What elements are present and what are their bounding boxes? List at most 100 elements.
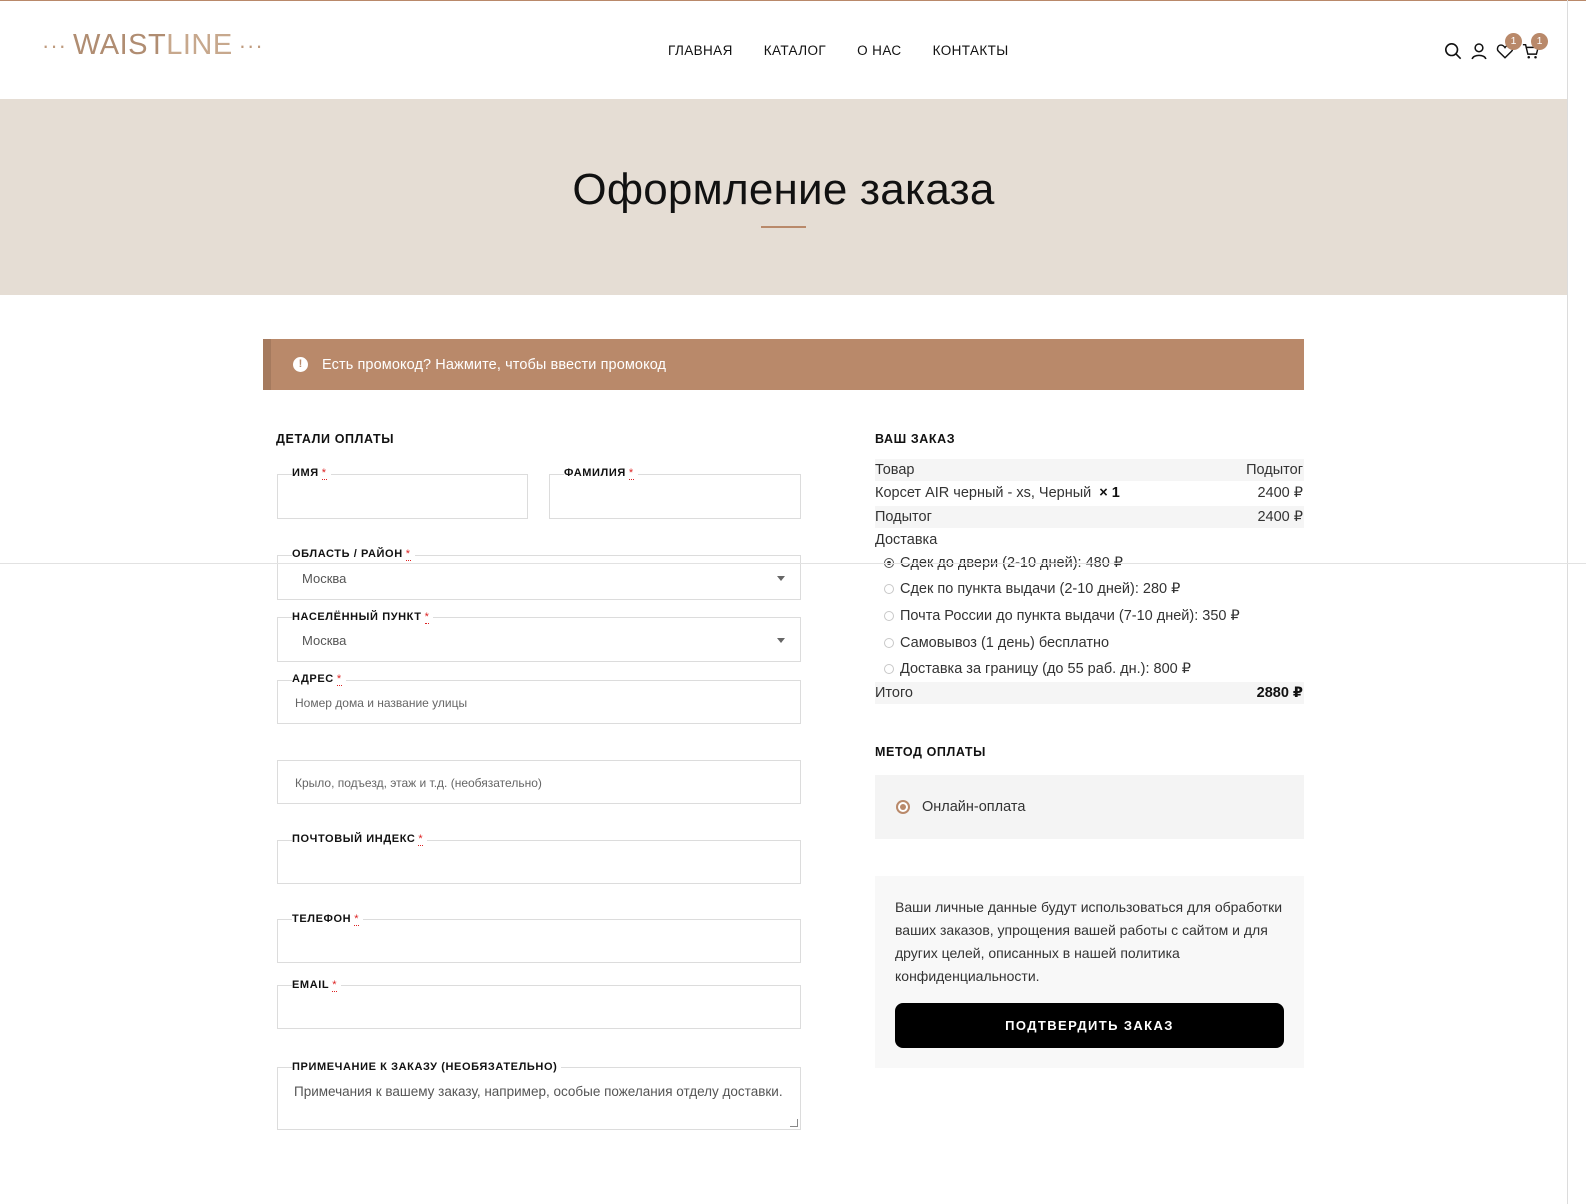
page-edge-line	[1567, 0, 1568, 1204]
page-hero: Оформление заказа	[0, 99, 1567, 295]
total-row: Итого 2880 ₽	[875, 682, 1304, 704]
order-table-header: Товар Подытог	[875, 459, 1304, 481]
address-label: АДРЕС *	[292, 673, 346, 686]
nav-home[interactable]: ГЛАВНАЯ	[668, 43, 733, 58]
required-mark: *	[628, 467, 634, 480]
order-title: ВАШ ЗАКАЗ	[875, 432, 956, 446]
shipping-option-2[interactable]: Сдек по пункта выдачи (2-10 дней): 280 ₽	[884, 581, 1180, 597]
email-input[interactable]	[277, 985, 801, 1029]
subtotal-label: Подытог	[875, 509, 932, 525]
order-item-row: Корсет AIR черный - xs, Черный × 1 2400 ₽	[875, 482, 1304, 504]
logo-dots-right: ···	[238, 32, 264, 58]
radio-icon[interactable]	[884, 664, 894, 674]
email-label-text: EMAIL	[292, 979, 330, 991]
shipping-option-5[interactable]: Доставка за границу (до 55 раб. дн.): 80…	[884, 661, 1191, 677]
order-item: Корсет AIR черный - xs, Черный × 1	[875, 485, 1120, 501]
nav-about[interactable]: О НАС	[857, 43, 901, 58]
coupon-notice-text[interactable]: Есть промокод? Нажмите, чтобы ввести про…	[322, 357, 666, 373]
payment-title: МЕТОД ОПЛАТЫ	[875, 745, 986, 759]
shipping-option-3[interactable]: Почта России до пункта выдачи (7-10 дней…	[884, 608, 1240, 624]
address-label-text: АДРЕС	[292, 673, 334, 685]
nav-contacts[interactable]: КОНТАКТЫ	[933, 43, 1009, 58]
first-name-field[interactable]	[277, 474, 528, 519]
header-icons: 1 1	[1444, 33, 1548, 61]
region-value: Москва	[302, 571, 347, 586]
postcode-label: ПОЧТОВЫЙ ИНДЕКС *	[292, 833, 428, 846]
city-label: НАСЕЛЁННЫЙ ПУНКТ *	[292, 611, 434, 624]
address2-placeholder: Крыло, подъезд, этаж и т.д. (необязатель…	[295, 776, 542, 790]
main-nav: ГЛАВНАЯ КАТАЛОГ О НАС КОНТАКТЫ	[668, 43, 1009, 58]
city-label-text: НАСЕЛЁННЫЙ ПУНКТ	[292, 611, 422, 623]
postcode-input[interactable]	[277, 840, 801, 884]
subtotal-row: Подытог 2400 ₽	[875, 506, 1304, 528]
cart-count-badge: 1	[1531, 33, 1548, 50]
coupon-notice[interactable]: ! Есть промокод? Нажмите, чтобы ввести п…	[263, 339, 1304, 390]
last-name-label-text: ФАМИЛИЯ	[564, 467, 626, 479]
col-product: Товар	[875, 462, 915, 478]
order-item-price: 2400 ₽	[1257, 485, 1303, 501]
wishlist-count-badge: 1	[1505, 33, 1522, 50]
required-mark: *	[354, 913, 360, 926]
logo-dots-left: ···	[42, 32, 67, 58]
subtotal-value: 2400 ₽	[1257, 509, 1303, 525]
privacy-text: Ваши личные данные будут использоваться …	[895, 899, 1283, 984]
shipping-option-4[interactable]: Самовывоз (1 день) бесплатно	[884, 635, 1109, 651]
radio-icon[interactable]	[884, 611, 894, 621]
region-select[interactable]	[277, 555, 801, 600]
chevron-down-icon	[777, 638, 785, 643]
resize-handle-icon[interactable]	[790, 1119, 798, 1127]
region-label-text: ОБЛАСТЬ / РАЙОН	[292, 548, 403, 560]
user-icon[interactable]	[1470, 39, 1488, 61]
order-item-name: Корсет AIR черный - xs, Черный	[875, 485, 1092, 501]
shipping-option-label: Сдек по пункта выдачи (2-10 дней): 280 ₽	[900, 581, 1181, 597]
total-value: 2880 ₽	[1256, 685, 1303, 701]
required-mark: *	[405, 548, 411, 561]
required-mark: *	[321, 467, 327, 480]
logo-part2: LINE	[166, 29, 233, 61]
site-logo[interactable]: ··· WAISTLINE ···	[42, 31, 264, 60]
chevron-down-icon	[777, 576, 785, 581]
first-name-label-text: ИМЯ	[292, 467, 319, 479]
privacy-box: Ваши личные данные будут использоваться …	[875, 876, 1304, 1068]
shipping-option-label: Доставка за границу (до 55 раб. дн.): 80…	[900, 661, 1192, 677]
email-label: EMAIL *	[292, 979, 342, 992]
phone-label: ТЕЛЕФОН *	[292, 913, 364, 926]
title-underline	[761, 226, 806, 228]
shipping-label: Доставка	[875, 532, 938, 548]
required-mark: *	[336, 673, 342, 686]
search-icon[interactable]	[1444, 39, 1462, 61]
region-label: ОБЛАСТЬ / РАЙОН *	[292, 548, 415, 561]
nav-catalog[interactable]: КАТАЛОГ	[764, 43, 826, 58]
overlay-divider-line	[0, 563, 1586, 564]
address-placeholder: Номер дома и название улицы	[295, 696, 468, 710]
logo-part1: WAIST	[72, 29, 167, 61]
payment-method-online[interactable]: Онлайн-оплата	[875, 775, 1304, 839]
required-mark: *	[332, 979, 338, 992]
radio-icon[interactable]	[884, 584, 894, 594]
postcode-label-text: ПОЧТОВЫЙ ИНДЕКС	[292, 833, 416, 845]
wishlist-icon[interactable]: 1	[1496, 33, 1522, 61]
radio-icon[interactable]	[884, 638, 894, 648]
info-icon: !	[293, 357, 308, 372]
last-name-field[interactable]	[549, 474, 801, 519]
order-item-qty: × 1	[1099, 485, 1120, 501]
city-value: Москва	[302, 633, 347, 648]
shipping-row: Доставка	[875, 529, 1304, 551]
required-mark: *	[418, 833, 424, 846]
confirm-order-button[interactable]: ПОДТВЕРДИТЬ ЗАКАЗ	[895, 1003, 1284, 1048]
order-notes-placeholder: Примечания к вашему заказу, например, ос…	[294, 1084, 783, 1099]
billing-title: ДЕТАЛИ ОПЛАТЫ	[276, 432, 395, 446]
payment-method-label: Онлайн-оплата	[922, 799, 1026, 815]
radio-selected-icon[interactable]	[896, 800, 910, 814]
first-name-label: ИМЯ *	[292, 467, 331, 480]
shipping-option-label: Почта России до пункта выдачи (7-10 дней…	[900, 608, 1240, 624]
site-header: ··· WAISTLINE ··· ГЛАВНАЯ КАТАЛОГ О НАС …	[0, 1, 1567, 99]
page-title: Оформление заказа	[572, 165, 995, 214]
total-label: Итого	[875, 685, 913, 701]
city-select[interactable]	[277, 617, 801, 662]
phone-label-text: ТЕЛЕФОН	[292, 913, 352, 925]
cart-icon[interactable]: 1	[1522, 33, 1548, 61]
last-name-label: ФАМИЛИЯ *	[564, 467, 638, 480]
required-mark: *	[424, 611, 430, 624]
logo-word: WAISTLINE	[73, 31, 233, 60]
